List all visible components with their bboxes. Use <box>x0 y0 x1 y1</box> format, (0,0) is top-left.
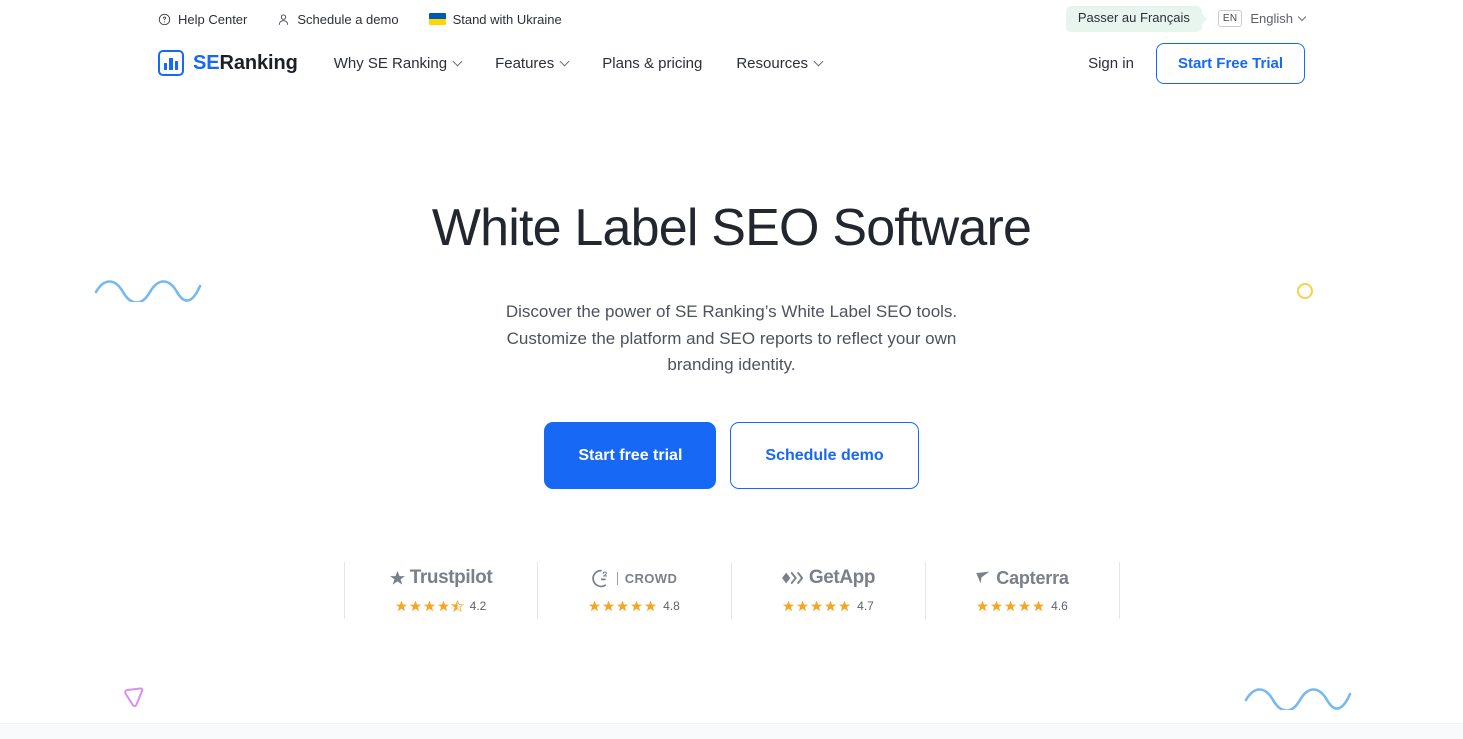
se-ranking-logo-icon <box>158 50 184 76</box>
star-rating <box>395 599 464 613</box>
stand-with-ukraine-label: Stand with Ukraine <box>452 11 562 27</box>
g2-crowd-rating: 4.8 <box>588 599 680 613</box>
nav-label: Why SE Ranking <box>333 54 448 72</box>
brand-wordmark: SERanking <box>193 53 298 73</box>
trustpilot-logo: Trustpilot <box>389 566 493 590</box>
review-score: 4.2 <box>469 599 487 614</box>
review-score: 4.7 <box>857 599 874 614</box>
getapp-rating: 4.7 <box>782 599 874 613</box>
logo[interactable]: SERanking <box>158 50 298 76</box>
review-name: GetApp <box>808 567 876 589</box>
hero-section: White Label SEO Software Discover the po… <box>0 88 1463 723</box>
review-badge-trustpilot[interactable]: Trustpilot 4.2 <box>343 562 538 620</box>
help-center-link[interactable]: Help Center <box>158 13 247 26</box>
chevron-down-icon <box>813 56 824 66</box>
chevron-down-icon <box>559 56 570 66</box>
next-section-divider <box>0 723 1463 739</box>
review-score: 4.6 <box>1051 599 1068 614</box>
nav-actions: Sign in Start Free Trial <box>1086 42 1305 84</box>
hero-cta-row: Start free trial Schedule demo <box>0 422 1463 490</box>
hero-description: Discover the power of SE Ranking’s White… <box>505 302 958 374</box>
schedule-demo-link[interactable]: Schedule a demo <box>277 11 399 27</box>
schedule-demo-label: Schedule a demo <box>297 11 399 27</box>
nav-links: Why SE Ranking Features Plans & pricing … <box>333 54 824 72</box>
brand-se: SE <box>193 52 220 74</box>
trustpilot-rating: 4.2 <box>395 599 487 614</box>
capterra-arrow-icon <box>976 571 990 584</box>
getapp-logo: GetApp <box>781 566 876 590</box>
review-name: CROWD <box>616 571 678 585</box>
help-circle-icon <box>158 13 171 26</box>
utility-bar: Help Center Schedule a demo Stand with U… <box>0 0 1463 38</box>
nav-item-resources[interactable]: Resources <box>736 54 824 72</box>
utility-links: Help Center Schedule a demo Stand with U… <box>158 13 562 26</box>
start-free-trial-hero-button[interactable]: Start free trial <box>544 422 717 490</box>
review-badge-capterra[interactable]: Capterra 4.6 <box>926 562 1120 620</box>
star-rating <box>782 600 851 613</box>
brand-ranking: Ranking <box>219 52 298 74</box>
triangle-decoration <box>121 685 147 716</box>
capterra-rating: 4.6 <box>976 599 1068 613</box>
star-rating <box>588 600 657 613</box>
nav-item-plans-pricing[interactable]: Plans & pricing <box>602 55 702 72</box>
review-badge-getapp[interactable]: GetApp 4.7 <box>732 562 926 620</box>
chevron-down-icon <box>452 56 463 66</box>
language-dropdown[interactable]: English <box>1250 11 1307 27</box>
trustpilot-star-icon <box>389 570 405 585</box>
main-navigation: SERanking Why SE Ranking Features Plans … <box>0 38 1463 88</box>
language-current-label: English <box>1250 11 1293 27</box>
g2-crowd-logo: CROWD <box>591 566 678 590</box>
g2-crowd-icon <box>592 569 607 587</box>
user-icon <box>277 13 290 26</box>
getapp-chevrons-icon <box>781 572 803 585</box>
language-selector: Passer au Français EN English <box>1065 6 1307 32</box>
sign-in-link[interactable]: Sign in <box>1086 51 1136 76</box>
wave-decoration-right <box>1243 684 1353 715</box>
stand-with-ukraine-link[interactable]: Stand with Ukraine <box>428 11 562 27</box>
language-code-badge[interactable]: EN <box>1217 10 1243 28</box>
review-name: Trustpilot <box>409 567 493 589</box>
switch-language-tooltip[interactable]: Passer au Français <box>1065 6 1202 32</box>
nav-label: Features <box>495 54 555 72</box>
nav-label: Plans & pricing <box>602 54 703 72</box>
nav-item-why-se-ranking[interactable]: Why SE Ranking <box>333 54 463 72</box>
nav-item-features[interactable]: Features <box>495 54 570 72</box>
capterra-logo: Capterra <box>975 566 1069 590</box>
schedule-demo-hero-button[interactable]: Schedule demo <box>730 422 919 490</box>
ukraine-flag-icon <box>428 13 446 25</box>
star-rating <box>976 600 1045 613</box>
review-badge-g2-crowd[interactable]: CROWD 4.8 <box>538 562 732 620</box>
help-center-label: Help Center <box>178 11 248 27</box>
page-title: White Label SEO Software <box>431 199 1032 257</box>
review-name: Capterra <box>996 567 1069 588</box>
review-score: 4.8 <box>663 599 680 614</box>
review-badges: Trustpilot 4.2 CROWD 4.8 GetApp 4.7 Capt… <box>0 562 1463 620</box>
chevron-down-icon <box>1297 12 1307 22</box>
nav-label: Resources <box>736 54 809 72</box>
start-free-trial-button[interactable]: Start Free Trial <box>1155 42 1305 84</box>
